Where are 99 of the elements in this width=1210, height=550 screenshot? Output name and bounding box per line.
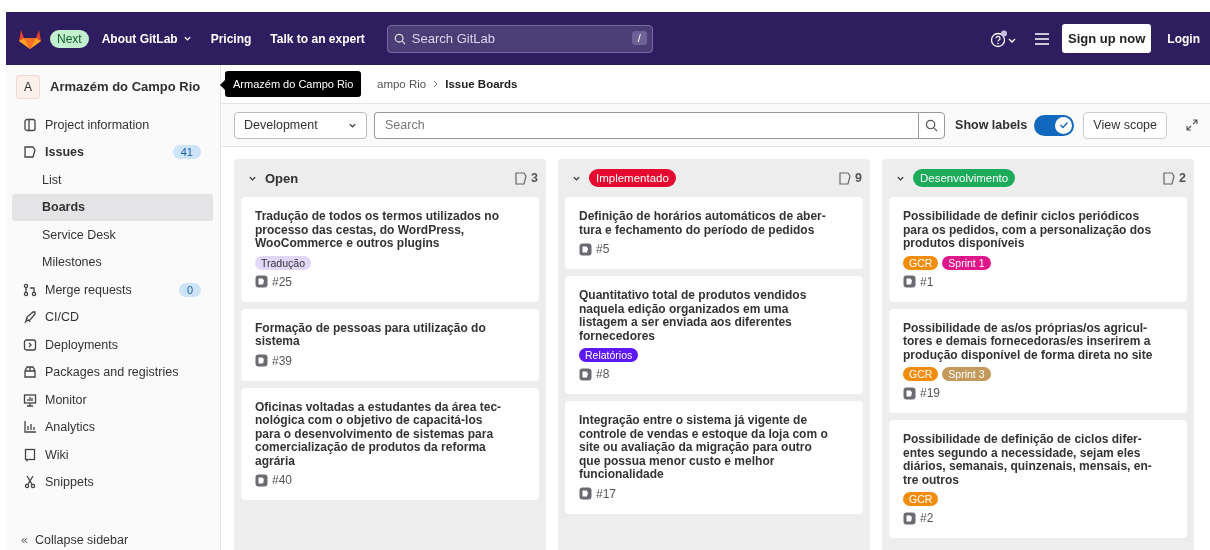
sidebar-item[interactable]: Merge requests 0 [6, 276, 213, 304]
issue-title[interactable]: Tradução de todos os termos utilizados no processo das cestas, do WordPress, WooCommerce e outros plugins [255, 210, 525, 251]
issue-number: #5 [596, 242, 610, 256]
sidebar-item[interactable]: Deployments [6, 331, 213, 359]
issue-card[interactable]: Oficinas voltadas a estudantes da área tec- nológica com o objetivo de capacitá-los para o desenvolvimento de sistemas para comercialização de produtos da reforma agrária #40 [241, 387, 539, 500]
chevron-right-icon [432, 80, 440, 88]
issue-icon [255, 473, 268, 487]
issue-label[interactable]: Tradução [255, 255, 311, 270]
sidebar-item[interactable]: Snippets [6, 468, 213, 496]
menu-icon[interactable] [1034, 31, 1051, 46]
sidebar-item[interactable]: Wiki [6, 441, 213, 469]
issue-icon [255, 354, 268, 367]
list-label: Implementado [589, 169, 676, 187]
check-icon [1058, 120, 1069, 130]
sidebar-subitem[interactable]: Milestones [6, 248, 213, 276]
issue-card[interactable]: Possibilidade de as/os próprias/os agricul- tores e demais fornecedoras/es inserirem a produção disponível de forma direta no site GCR Sprint 3 #19 [889, 308, 1187, 413]
help-icon[interactable] [990, 29, 1017, 48]
issue-title[interactable]: Possibilidade de definir ciclos periódicos para os pedidos, com a personalização dos produtos disponíveis [903, 210, 1173, 251]
list-label: Desenvolvimento [913, 169, 1016, 187]
issue-card[interactable]: Quantitativo total de produtos vendidos naquela edição organizados em uma listagem a ser enviada aos diferentes fornecedores Relatórios #8 [565, 276, 863, 394]
issue-number: #40 [272, 473, 293, 487]
count-badge: 41 [172, 145, 201, 160]
collapse-sidebar-button[interactable]: Collapse sidebar [6, 530, 220, 550]
issue-icon [23, 145, 37, 160]
issue-title[interactable]: Possibilidade de as/os próprias/os agricul- tores e demais fornecedoras/es inserirem a produção disponível de forma direta no site [903, 321, 1173, 362]
issue-icon [1163, 171, 1176, 185]
issue-icon [903, 511, 916, 525]
issue-icon [515, 171, 528, 185]
sidebar-subitem[interactable]: Boards [12, 193, 213, 221]
expand-icon[interactable] [1186, 119, 1198, 131]
search-field[interactable]: Search [374, 111, 919, 139]
issue-title[interactable]: Quantitativo total de produtos vendidos naquela edição organizados em uma listagem a ser enviada aos diferentes fornecedores [579, 289, 849, 343]
nav-link[interactable]: About GitLab [101, 31, 192, 46]
issue-number: #8 [596, 367, 610, 381]
scissors-icon [23, 475, 37, 490]
issue-icon [579, 367, 592, 381]
issue-number: #25 [272, 274, 293, 289]
login-link[interactable]: Login [1167, 31, 1200, 46]
project-avatar[interactable]: A [16, 74, 40, 99]
issue-icon [839, 171, 852, 185]
issue-icon [579, 242, 592, 256]
issue-number: #39 [272, 353, 293, 368]
count-badge: 0 [178, 282, 201, 297]
issue-icon [255, 275, 268, 288]
list-title: Open [265, 170, 299, 186]
package-icon [23, 365, 37, 380]
issue-icon [903, 275, 916, 288]
view-scope-button[interactable]: View scope [1083, 111, 1167, 139]
issue-title[interactable]: Formação de pessoas para utilização do sistema [255, 321, 525, 349]
issue-count: 2 [1179, 171, 1186, 185]
merge-request-icon [23, 282, 37, 297]
issue-number: #19 [920, 386, 941, 400]
issue-number: #17 [596, 486, 617, 501]
sign-up-button[interactable]: Sign up now [1062, 24, 1152, 53]
toggle-switch[interactable] [1034, 114, 1075, 136]
show-labels-label: Show labels [955, 118, 1028, 132]
issue-title[interactable]: Definição de horários automáticos de aber- tura e fechamento do período de pedidos [579, 210, 849, 237]
issue-card[interactable]: Possibilidade de definição de ciclos difer- entes segundo a necessidade, sejam eles diários, semanais, quinzenais, mensais, en- tre outros GCR #2 [889, 420, 1187, 538]
sidebar-item[interactable]: Project information [6, 111, 213, 139]
nav-link[interactable]: Talk to an expert [270, 31, 365, 46]
breadcrumb-link[interactable]: ampo Rio [377, 78, 427, 90]
search-icon [925, 118, 939, 132]
issue-icon [579, 487, 592, 500]
sidebar-item[interactable]: Packages and registries [6, 358, 213, 386]
tooltip-arrow [220, 80, 225, 90]
issue-title[interactable]: Possibilidade de definição de ciclos difer- entes segundo a necessidade, sejam eles diários, semanais, quinzenais, mensais, en- tre outros [903, 433, 1173, 487]
issue-title[interactable]: Oficinas voltadas a estudantes da área tec- nológica com o objetivo de capacitá-los para o desenvolvimento de sistemas para comercialização de produtos da reforma agrária [255, 400, 525, 468]
sidebar-item[interactable]: Analytics [6, 413, 213, 441]
sidebar-subitem[interactable]: List [6, 166, 213, 194]
sidebar-item[interactable]: Issues 41 [6, 138, 213, 166]
issue-icon [903, 386, 916, 400]
sidebar-item[interactable]: Monitor [6, 386, 213, 414]
monitor-icon [23, 392, 37, 407]
issue-card[interactable]: Possibilidade de definir ciclos periódicos para os pedidos, com a personalização dos produtos disponíveis GCR Sprint 1 #1 [889, 197, 1187, 302]
double-chevron-icon [20, 535, 29, 545]
analytics-icon [23, 420, 37, 435]
issue-card[interactable]: Tradução de todos os termos utilizados no processo das cestas, do WordPress, WooCommerce e outros plugins Tradução #25 [241, 197, 539, 302]
search-icon [393, 32, 406, 45]
info-book-icon [23, 117, 37, 132]
next-badge: Next [50, 29, 89, 48]
issue-count: 9 [855, 171, 862, 185]
nav-link[interactable]: Pricing [210, 31, 252, 46]
search-button[interactable] [918, 111, 946, 139]
book-icon [23, 447, 37, 462]
issue-card[interactable]: Formação de pessoas para utilização do sistema #39 [241, 308, 539, 381]
issue-number: #2 [920, 511, 934, 525]
board-dropdown[interactable]: Development [234, 111, 367, 139]
sidebar-subitem[interactable]: Service Desk [6, 221, 213, 249]
project-name[interactable]: Armazém do Campo Rio [50, 79, 201, 94]
breadcrumb-link[interactable]: Issue Boards [445, 78, 518, 90]
issue-title[interactable]: Integração entre o sistema já vigente de controle de vendas e estoque da loja com o site ou avaliação da migração para outro que possua menor custo e melhor funcionalidade [579, 414, 849, 482]
sidebar-item[interactable]: CI/CD [6, 303, 213, 331]
issue-count: 3 [531, 171, 538, 185]
issue-label[interactable]: Sprint 1 [942, 255, 991, 270]
issue-label[interactable]: Relatórios [579, 348, 639, 362]
issue-card[interactable]: Definição de horários automáticos de aber- tura e fechamento do período de pedidos #5 [565, 197, 863, 269]
issue-card[interactable]: Integração entre o sistema já vigente de controle de vendas e estoque da loja com o site ou avaliação da migração para outro que possua menor custo e melhor funcionalidade #17 [565, 401, 863, 514]
deployment-icon [23, 337, 37, 352]
issue-number: #1 [920, 274, 934, 289]
